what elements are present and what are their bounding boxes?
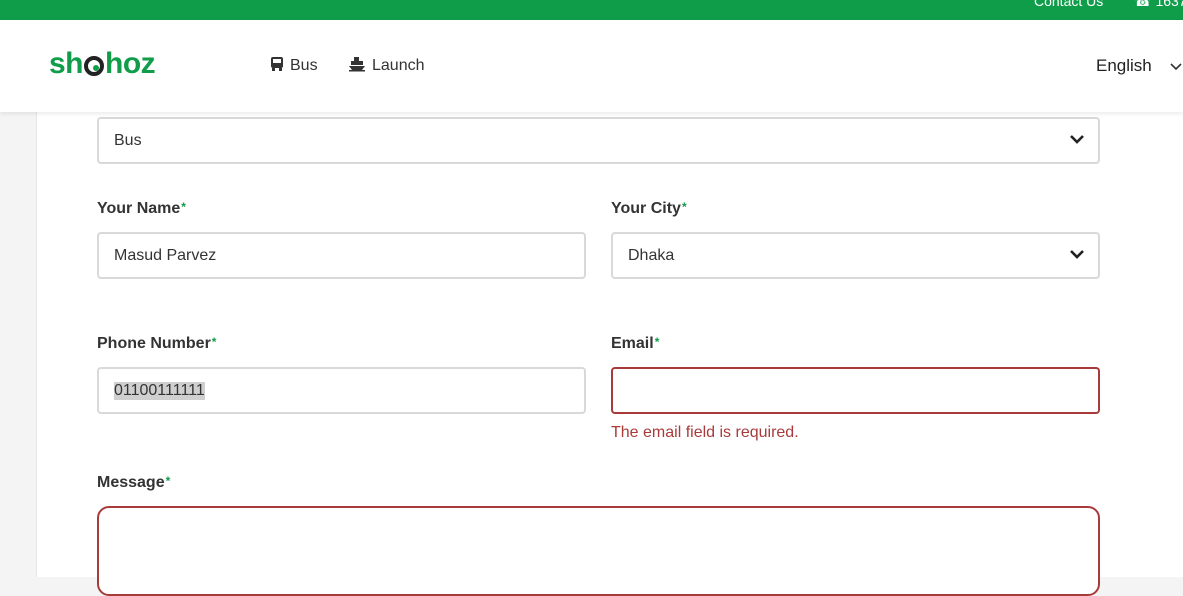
phone-icon: ☎	[1134, 0, 1152, 9]
email-field[interactable]	[611, 367, 1100, 414]
contact-us-link[interactable]: Contact Us	[1034, 0, 1103, 9]
shohoz-logo[interactable]: sh hoz	[49, 47, 156, 80]
top-bar: Contact Us ☎16374	[0, 0, 1183, 20]
chevron-down-icon	[1070, 246, 1084, 264]
phone-field[interactable]: 01100111111	[97, 367, 586, 414]
language-label: English	[1096, 56, 1152, 75]
logo-o-mark-icon	[84, 56, 105, 76]
name-label: Your Name*	[97, 200, 186, 217]
logo-text-right: hoz	[105, 47, 156, 80]
site-header: sh hoz Bus Launch English	[0, 20, 1183, 112]
city-label: Your City*	[611, 200, 687, 217]
service-type-value: Bus	[114, 131, 142, 149]
launch-icon	[348, 56, 366, 76]
hotline-number: 16374	[1155, 0, 1183, 9]
phone-label: Phone Number*	[97, 335, 217, 352]
name-field[interactable]: Masud Parvez	[97, 232, 586, 279]
message-label: Message*	[97, 474, 171, 491]
hotline[interactable]: ☎16374	[1134, 0, 1183, 10]
email-label: Email*	[611, 335, 660, 352]
nav-launch[interactable]: Launch	[348, 56, 425, 76]
email-error-message: The email field is required.	[611, 424, 799, 441]
logo-text-left: sh	[49, 47, 84, 80]
service-type-select[interactable]: Bus	[97, 117, 1100, 164]
name-value: Masud Parvez	[114, 246, 217, 264]
phone-value: 01100111111	[114, 381, 205, 400]
chevron-down-icon	[1170, 58, 1182, 74]
nav-bus-label: Bus	[290, 57, 318, 74]
city-value: Dhaka	[628, 246, 675, 264]
chevron-down-icon	[1070, 131, 1084, 149]
city-select[interactable]: Dhaka	[611, 232, 1100, 279]
message-textarea[interactable]	[97, 506, 1100, 596]
nav-bus[interactable]: Bus	[270, 56, 318, 76]
language-selector[interactable]: English	[1096, 56, 1182, 76]
bus-icon	[270, 56, 284, 76]
nav-launch-label: Launch	[372, 57, 425, 74]
